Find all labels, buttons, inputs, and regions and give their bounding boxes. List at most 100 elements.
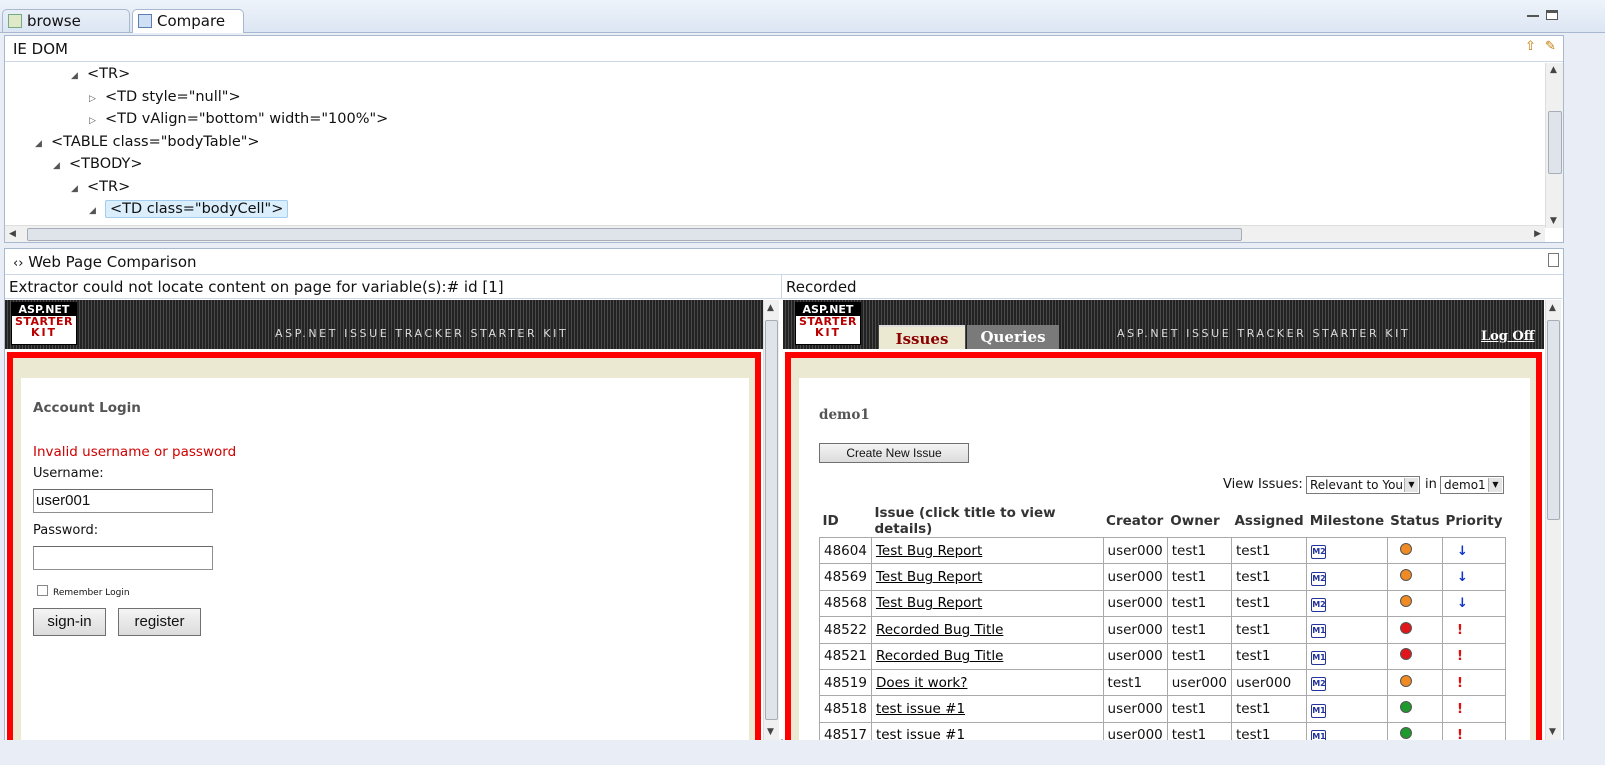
scroll-thumb[interactable] bbox=[765, 320, 778, 720]
issues-table-body: 48604 Test Bug Report user000 test1 test1 M2 ↓… bbox=[819, 536, 1506, 740]
dom-tree-node[interactable]: ▷ <TD vAlign="bottom" width="100%"> bbox=[89, 108, 388, 130]
scroll-thumb[interactable] bbox=[27, 228, 1242, 241]
starter-kit-logo: ASP.NET STARTER KIT bbox=[11, 302, 77, 345]
banner-title: ASP.NET ISSUE TRACKER STARTER KIT bbox=[275, 327, 569, 340]
issue-creator: test1 bbox=[1102, 668, 1168, 697]
column-header[interactable]: Owner bbox=[1167, 505, 1231, 538]
issue-creator: user000 bbox=[1102, 563, 1168, 591]
project-select[interactable]: demo1 ▼ bbox=[1440, 476, 1504, 494]
password-input[interactable] bbox=[33, 546, 213, 570]
column-header[interactable]: Assigned bbox=[1231, 505, 1306, 538]
compare-icon bbox=[138, 14, 152, 28]
issue-owner: test1 bbox=[1166, 563, 1232, 591]
collapse-icon[interactable]: ◢ bbox=[71, 178, 87, 200]
issue-owner: user000 bbox=[1166, 668, 1232, 697]
scroll-up-icon[interactable]: ▲ bbox=[1549, 303, 1556, 313]
dom-tree: ◢ <TR> ▷ <TD style="null"> ▷ <TD vAlign="bott… bbox=[5, 63, 1542, 228]
issue-milestone: M1 bbox=[1306, 721, 1388, 740]
issue-milestone: M1 bbox=[1306, 616, 1388, 644]
scroll-right-icon[interactable]: ▶ bbox=[1534, 229, 1541, 239]
live-page-view: ASP.NET STARTER KIT ASP.NET ISSUE TRACKE… bbox=[5, 300, 781, 740]
collapse-icon[interactable]: ◢ bbox=[89, 200, 105, 222]
issue-assigned: test1 bbox=[1230, 589, 1308, 618]
ie-dom-title: IE DOM bbox=[5, 36, 1563, 62]
scroll-thumb[interactable] bbox=[1548, 111, 1562, 174]
remember-checkbox[interactable] bbox=[37, 585, 48, 596]
scroll-up-icon[interactable]: ▲ bbox=[1550, 65, 1557, 75]
scroll-down-icon[interactable]: ▼ bbox=[767, 727, 774, 737]
dom-tree-node[interactable]: ◢ <TABLE class="bodyTable"> bbox=[35, 131, 260, 153]
code-icon: ‹› bbox=[13, 256, 24, 271]
issue-id: 48569 bbox=[819, 563, 872, 591]
table-row: 48569 Test Bug Report user000 test1 test1 M2 ↓ bbox=[819, 563, 1506, 591]
minimize-icon[interactable] bbox=[1527, 15, 1539, 17]
dom-tree-vscroll[interactable]: ▲ ▼ bbox=[1545, 63, 1563, 228]
sign-in-button[interactable]: sign-in bbox=[33, 608, 106, 636]
issue-priority: ! bbox=[1442, 668, 1506, 697]
collapse-icon[interactable]: ◢ bbox=[53, 155, 69, 177]
document-icon[interactable] bbox=[1548, 253, 1559, 267]
banner-title: ASP.NET ISSUE TRACKER STARTER KIT bbox=[1117, 327, 1411, 340]
collapse-icon[interactable]: ◢ bbox=[71, 65, 87, 87]
issue-title-link[interactable]: Test Bug Report bbox=[876, 569, 982, 585]
error-frame: Account Login Invalid username or passwo… bbox=[7, 352, 761, 740]
scroll-thumb[interactable] bbox=[1547, 320, 1560, 520]
high-priority-icon: ! bbox=[1457, 675, 1463, 691]
scroll-down-icon[interactable]: ▼ bbox=[1550, 216, 1557, 226]
issue-title-link[interactable]: Test Bug Report bbox=[876, 543, 982, 559]
column-header[interactable]: ID bbox=[820, 505, 872, 538]
table-row: 48521 Recorded Bug Title user000 test1 test1… bbox=[819, 642, 1506, 670]
register-button[interactable]: register bbox=[118, 608, 201, 636]
status-dot-icon bbox=[1399, 621, 1412, 634]
scroll-left-icon[interactable]: ◀ bbox=[9, 229, 16, 239]
dom-tree-node[interactable]: ◢ <TR> bbox=[71, 63, 130, 85]
issue-priority: ↓ bbox=[1442, 536, 1506, 565]
scroll-up-icon[interactable]: ▲ bbox=[767, 303, 774, 313]
dom-tree-node[interactable]: ◢ <TR> bbox=[71, 176, 130, 198]
dom-node-label: <TD vAlign="bottom" width="100%"> bbox=[105, 111, 389, 127]
tab-browse-issue[interactable]: browse issue bbox=[2, 9, 130, 52]
issue-title-link[interactable]: Test Bug Report bbox=[876, 595, 982, 611]
column-header[interactable]: Milestone bbox=[1307, 505, 1387, 538]
collapse-icon[interactable]: ◢ bbox=[35, 133, 51, 155]
tab-compare[interactable]: Compare ✕ bbox=[132, 9, 244, 52]
dom-tree-node[interactable]: ◢ <TD class="bodyCell"> bbox=[89, 198, 289, 222]
logo-text: KIT bbox=[814, 326, 842, 339]
view-issues-value: Relevant to You bbox=[1310, 478, 1404, 492]
dom-tree-node[interactable]: ▷ <TD style="null"> bbox=[89, 86, 241, 108]
issue-title-cell: Recorded Bug Title bbox=[870, 642, 1104, 670]
sync-up-icon[interactable]: ⇧ bbox=[1525, 40, 1539, 54]
table-row: 48519 Does it work? test1 user000 user000 M2! bbox=[819, 668, 1506, 697]
issue-assigned: test1 bbox=[1230, 536, 1308, 565]
highlight-icon[interactable]: ✎ bbox=[1545, 40, 1559, 54]
live-view-scrollbar[interactable]: ▲ ▼ bbox=[763, 300, 779, 740]
maximize-icon[interactable] bbox=[1546, 10, 1558, 20]
column-header[interactable]: Status bbox=[1387, 505, 1442, 538]
username-input[interactable]: user001 bbox=[33, 489, 213, 513]
recorded-view-scrollbar[interactable]: ▲ ▼ bbox=[1545, 300, 1561, 740]
column-header[interactable]: Creator bbox=[1103, 505, 1167, 538]
tab-queries[interactable]: Queries bbox=[967, 325, 1059, 349]
recorded-header: Recorded bbox=[782, 275, 1562, 299]
issue-status bbox=[1386, 642, 1444, 670]
issue-title-link[interactable]: Recorded Bug Title bbox=[876, 648, 1003, 664]
scroll-down-icon[interactable]: ▼ bbox=[1549, 727, 1556, 737]
column-header[interactable]: Issue (click title to view details) bbox=[871, 505, 1103, 538]
log-off-link[interactable]: Log Off bbox=[1481, 329, 1534, 344]
column-header[interactable]: Priority bbox=[1443, 505, 1506, 538]
view-issues-select[interactable]: Relevant to You ▼ bbox=[1306, 476, 1420, 494]
issue-title-link[interactable]: test issue #1 bbox=[876, 701, 965, 717]
tab-issues[interactable]: Issues bbox=[879, 325, 965, 349]
issue-title-link[interactable]: Recorded Bug Title bbox=[876, 622, 1003, 638]
issue-title-link[interactable]: test issue #1 bbox=[876, 727, 965, 740]
create-issue-button[interactable]: Create New Issue bbox=[819, 443, 969, 463]
issue-status bbox=[1386, 616, 1444, 644]
dom-node-label: <TD class="bodyCell"> bbox=[105, 200, 289, 218]
milestone-icon: M1 bbox=[1311, 729, 1327, 740]
issue-assigned: test1 bbox=[1230, 616, 1308, 644]
dom-tree-node[interactable]: ◢ <TBODY> bbox=[53, 153, 143, 175]
dom-tree-hscroll[interactable]: ◀ ▶ bbox=[5, 225, 1545, 242]
expand-icon[interactable]: ▷ bbox=[89, 110, 105, 132]
expand-icon[interactable]: ▷ bbox=[89, 88, 105, 110]
issue-title-link[interactable]: Does it work? bbox=[876, 675, 967, 691]
